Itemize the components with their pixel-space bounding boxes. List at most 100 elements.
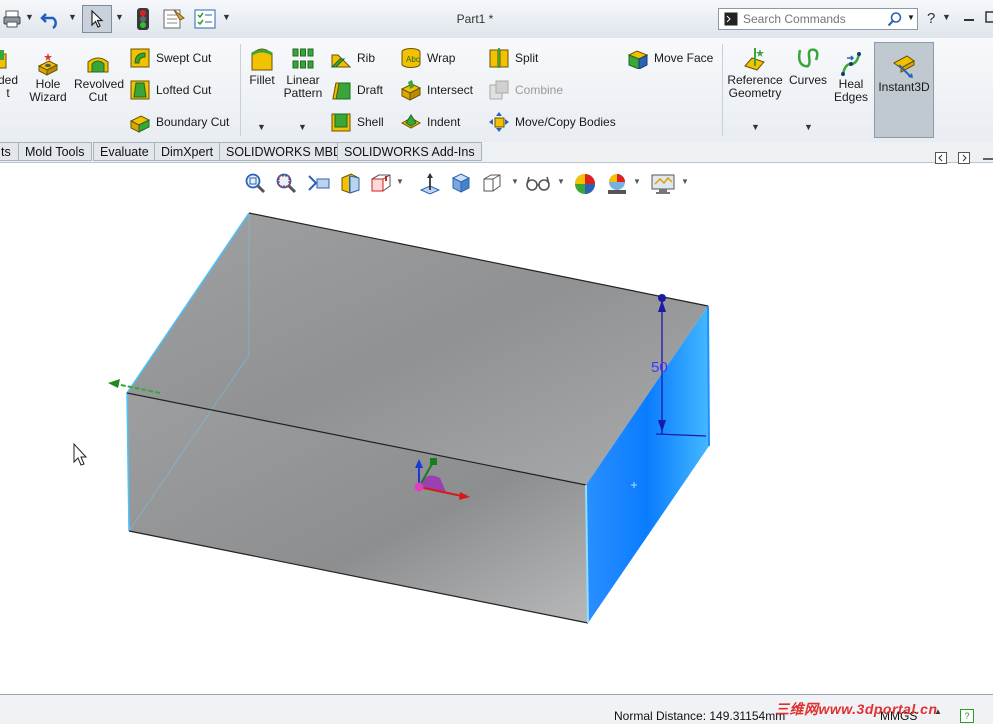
reference-geometry-dropdown-icon[interactable]: ▼ bbox=[751, 122, 760, 132]
instant3d-button[interactable]: Instant3D bbox=[874, 42, 934, 138]
reference-geometry-button[interactable]: Reference Geometry bbox=[726, 46, 784, 100]
split-label: Split bbox=[515, 51, 539, 65]
linear-pattern-button[interactable]: Linear Pattern bbox=[282, 46, 324, 100]
heal-edges-label: Heal Edges bbox=[833, 77, 869, 104]
file-properties-icon[interactable] bbox=[160, 6, 186, 32]
split-button[interactable]: Split bbox=[488, 46, 538, 70]
revolved-cut-button[interactable]: Revolved Cut bbox=[74, 52, 124, 104]
extruded-cut-icon bbox=[0, 46, 22, 72]
wrap-button[interactable]: Abc Wrap bbox=[400, 46, 455, 70]
intersect-icon bbox=[400, 79, 422, 101]
hole-wizard-label: Hole Wizard bbox=[29, 77, 67, 104]
tab-dimxpert[interactable]: DimXpert bbox=[154, 142, 221, 161]
dimension-value[interactable]: 50 bbox=[651, 359, 668, 376]
draft-button[interactable]: Draft bbox=[330, 78, 383, 102]
watermark-text: 三维网www.3dportal.cn bbox=[775, 701, 938, 717]
indent-icon bbox=[400, 111, 422, 133]
options-checklist-icon[interactable] bbox=[192, 6, 218, 32]
selected-face-edge bbox=[707, 305, 710, 447]
restore-window-icon[interactable] bbox=[984, 10, 993, 24]
extruded-cut-partial-button[interactable]: ded t bbox=[0, 46, 20, 100]
boundary-cut-label: Boundary Cut bbox=[156, 115, 230, 129]
undo-icon[interactable] bbox=[38, 6, 64, 32]
print-icon[interactable] bbox=[0, 6, 26, 32]
wrap-icon: Abc bbox=[400, 47, 422, 69]
curves-label: Curves bbox=[788, 73, 827, 87]
rib-button[interactable]: Rib bbox=[330, 46, 375, 70]
help-dropdown-icon[interactable]: ▼ bbox=[942, 12, 951, 22]
intersect-label: Intersect bbox=[427, 83, 474, 97]
indent-button[interactable]: Indent bbox=[400, 110, 460, 134]
move-face-icon bbox=[627, 47, 649, 70]
select-dropdown-icon[interactable]: ▼ bbox=[115, 12, 124, 22]
ribbon-separator bbox=[240, 44, 241, 136]
tab-solidworks-add-ins[interactable]: SOLIDWORKS Add-Ins bbox=[337, 142, 482, 161]
combine-icon bbox=[488, 79, 510, 101]
tab-evaluate[interactable]: Evaluate bbox=[93, 142, 156, 161]
reference-geometry-icon bbox=[742, 46, 768, 72]
intersect-button[interactable]: Intersect bbox=[400, 78, 473, 102]
swept-cut-label: Swept Cut bbox=[156, 51, 212, 65]
model-viewport-canvas[interactable]: 50 bbox=[0, 163, 993, 693]
document-title: Part1 * bbox=[456, 12, 494, 26]
minimize-window-icon[interactable] bbox=[962, 10, 976, 24]
svg-text:Abc: Abc bbox=[406, 55, 420, 64]
mouse-cursor-icon bbox=[73, 442, 88, 466]
search-commands-input[interactable] bbox=[743, 11, 883, 27]
command-prompt-icon bbox=[724, 12, 738, 26]
normal-distance-readout: Normal Distance: 149.31154mm bbox=[614, 709, 786, 723]
swept-cut-icon bbox=[129, 47, 151, 69]
linear-pattern-label: Linear Pattern bbox=[283, 73, 323, 100]
boundary-cut-button[interactable]: Boundary Cut bbox=[129, 110, 229, 134]
help-button[interactable]: ? bbox=[927, 10, 935, 27]
extruded-cut-label: ded t bbox=[0, 73, 19, 100]
lofted-cut-label: Lofted Cut bbox=[156, 83, 212, 97]
shell-button[interactable]: Shell bbox=[330, 110, 384, 134]
fillet-button[interactable]: Fillet bbox=[246, 46, 278, 87]
search-commands-box[interactable]: ▼ bbox=[718, 8, 918, 30]
hole-wizard-icon bbox=[36, 52, 60, 76]
lofted-cut-icon bbox=[129, 79, 151, 101]
search-dropdown-icon[interactable]: ▼ bbox=[907, 13, 915, 22]
tab-solidworks-mbd[interactable]: SOLIDWORKS MBD bbox=[219, 142, 349, 161]
tab-mold-tools[interactable]: Mold Tools bbox=[18, 142, 92, 161]
tab-sketch-partial[interactable]: ts bbox=[0, 142, 19, 161]
move-face-label: Move Face bbox=[654, 51, 714, 65]
fillet-label: Fillet bbox=[249, 73, 275, 87]
heal-edges-icon bbox=[839, 52, 863, 76]
undo-dropdown-icon[interactable]: ▼ bbox=[68, 12, 77, 22]
search-icon[interactable] bbox=[887, 11, 903, 27]
split-icon bbox=[488, 47, 510, 69]
graphics-area[interactable]: ▼ ▼ ▼ ▼ ▼ 50 bbox=[0, 152, 993, 693]
help-status-icon[interactable]: ? bbox=[960, 709, 974, 723]
ribbon-separator bbox=[722, 44, 723, 136]
reference-geometry-label: Reference Geometry bbox=[727, 73, 783, 100]
command-manager-ribbon: ded t Hole Wizard Revolved Cut Swept Cut … bbox=[0, 38, 993, 143]
move-copy-bodies-button[interactable]: Move/Copy Bodies bbox=[488, 110, 616, 134]
command-manager-tabs: ts Mold Tools Evaluate DimXpert SOLIDWOR… bbox=[0, 142, 993, 163]
combine-label: Combine bbox=[515, 83, 564, 97]
rebuild-traffic-light-icon[interactable] bbox=[130, 6, 156, 32]
combine-button-disabled[interactable]: Combine bbox=[488, 78, 563, 102]
swept-cut-button[interactable]: Swept Cut bbox=[129, 46, 211, 70]
linear-pattern-dropdown-icon[interactable]: ▼ bbox=[298, 122, 307, 132]
options-dropdown-icon[interactable]: ▼ bbox=[222, 12, 231, 22]
lofted-cut-button[interactable]: Lofted Cut bbox=[129, 78, 211, 102]
pane-minimize-icon[interactable] bbox=[983, 157, 993, 161]
fillet-dropdown-icon[interactable]: ▼ bbox=[257, 122, 266, 132]
boundary-cut-icon bbox=[129, 111, 151, 133]
linear-pattern-icon bbox=[290, 46, 316, 72]
shell-icon bbox=[330, 111, 352, 133]
hole-wizard-button[interactable]: Hole Wizard bbox=[26, 52, 70, 104]
revolved-cut-icon bbox=[86, 52, 110, 76]
rib-icon bbox=[330, 47, 352, 69]
select-arrow-icon[interactable] bbox=[82, 5, 112, 33]
curves-button[interactable]: Curves bbox=[788, 46, 828, 87]
curves-dropdown-icon[interactable]: ▼ bbox=[804, 122, 813, 132]
move-copy-bodies-label: Move/Copy Bodies bbox=[515, 115, 616, 129]
move-face-button[interactable]: Move Face bbox=[627, 46, 713, 70]
curves-icon bbox=[795, 46, 821, 72]
draft-icon bbox=[330, 79, 352, 101]
heal-edges-button[interactable]: Heal Edges bbox=[832, 52, 870, 104]
print-dropdown-icon[interactable]: ▼ bbox=[25, 12, 34, 22]
